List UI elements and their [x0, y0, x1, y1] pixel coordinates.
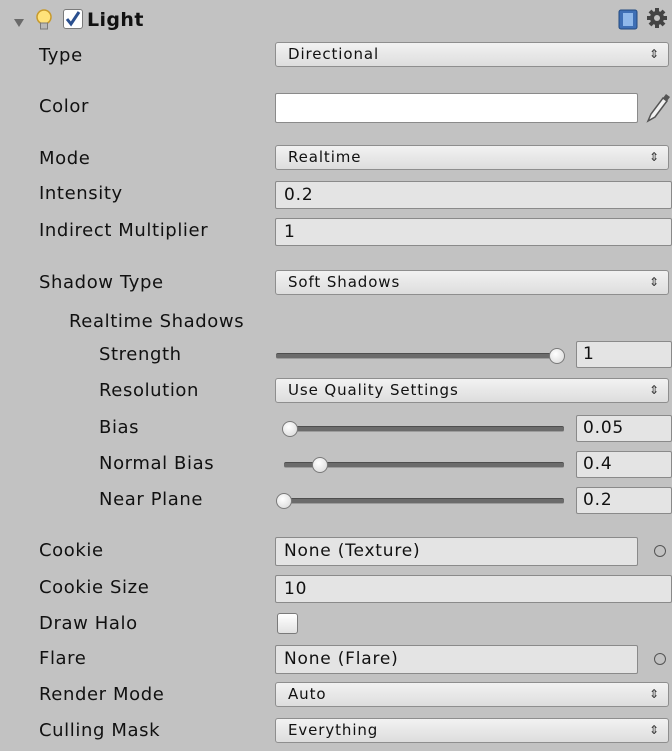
resolution-dropdown[interactable]: Use Quality Settings ⇕: [275, 378, 669, 403]
color-field[interactable]: [275, 93, 638, 123]
type-label: Type: [39, 45, 83, 66]
render-mode-value: Auto: [288, 685, 327, 703]
component-title: Light: [87, 9, 144, 31]
bias-slider-thumb[interactable]: [281, 421, 298, 437]
intensity-field[interactable]: 0.2: [275, 181, 672, 209]
resolution-value: Use Quality Settings: [288, 381, 459, 399]
flare-label: Flare: [39, 648, 87, 669]
help-button[interactable]: [618, 9, 638, 30]
strength-value-field[interactable]: 1: [576, 341, 672, 368]
shadow-type-dropdown[interactable]: Soft Shadows ⇕: [275, 270, 669, 295]
shadow-type-value: Soft Shadows: [288, 273, 401, 291]
dropdown-arrows-icon: ⇕: [648, 723, 659, 737]
intensity-label: Intensity: [39, 183, 123, 204]
settings-button[interactable]: [646, 7, 668, 29]
enabled-checkbox[interactable]: [63, 9, 83, 29]
mode-label: Mode: [39, 148, 91, 169]
mode-value: Realtime: [288, 148, 362, 166]
normal-bias-value-field[interactable]: 0.4: [576, 451, 672, 478]
foldout-arrow[interactable]: [13, 14, 25, 27]
culling-mask-label: Culling Mask: [39, 720, 161, 741]
culling-mask-value: Everything: [288, 721, 379, 739]
culling-mask-dropdown[interactable]: Everything ⇕: [275, 718, 669, 743]
strength-slider-thumb[interactable]: [549, 348, 565, 364]
cookie-size-field[interactable]: 10: [275, 575, 672, 603]
indirect-multiplier-label: Indirect Multiplier: [39, 220, 209, 241]
cookie-size-label: Cookie Size: [39, 577, 150, 598]
light-bulb-icon: [33, 8, 55, 32]
dropdown-arrows-icon: ⇕: [648, 47, 659, 61]
cookie-label: Cookie: [39, 540, 104, 561]
book-help-icon: [618, 9, 638, 30]
dropdown-arrows-icon: ⇕: [648, 275, 659, 289]
draw-halo-checkbox[interactable]: [277, 613, 298, 634]
color-label: Color: [39, 96, 89, 117]
normal-bias-slider-thumb[interactable]: [312, 457, 329, 473]
indirect-multiplier-field[interactable]: 1: [275, 218, 672, 246]
type-dropdown[interactable]: Directional ⇕: [275, 42, 669, 67]
strength-label: Strength: [99, 344, 182, 365]
render-mode-dropdown[interactable]: Auto ⇕: [275, 682, 669, 707]
type-value: Directional: [288, 45, 380, 63]
gear-icon: [647, 8, 667, 28]
bias-slider-track[interactable]: [284, 426, 564, 432]
realtime-shadows-heading: Realtime Shadows: [69, 311, 245, 332]
bias-label: Bias: [99, 417, 140, 438]
flare-object-picker-icon[interactable]: [654, 653, 666, 665]
dropdown-arrows-icon: ⇕: [648, 687, 659, 701]
near-plane-slider-thumb[interactable]: [276, 493, 292, 509]
flare-object-field[interactable]: None (Flare): [275, 645, 638, 674]
near-plane-value-field[interactable]: 0.2: [576, 487, 672, 514]
foldout-arrow-down-icon: [14, 19, 24, 27]
near-plane-label: Near Plane: [99, 489, 204, 510]
dropdown-arrows-icon: ⇕: [648, 383, 659, 397]
cookie-object-field[interactable]: None (Texture): [275, 537, 638, 566]
normal-bias-label: Normal Bias: [99, 453, 215, 474]
resolution-label: Resolution: [99, 380, 200, 401]
mode-dropdown[interactable]: Realtime ⇕: [275, 145, 669, 170]
near-plane-slider-track[interactable]: [284, 498, 564, 504]
strength-slider-track[interactable]: [276, 353, 557, 359]
dropdown-arrows-icon: ⇕: [648, 150, 659, 164]
draw-halo-label: Draw Halo: [39, 613, 138, 634]
eyedropper-icon: [646, 94, 670, 123]
eyedropper-button[interactable]: [645, 92, 671, 124]
shadow-type-label: Shadow Type: [39, 272, 164, 293]
render-mode-label: Render Mode: [39, 684, 165, 705]
bias-value-field[interactable]: 0.05: [576, 415, 672, 442]
cookie-object-picker-icon[interactable]: [654, 545, 666, 557]
checkmark-icon: [65, 11, 81, 27]
